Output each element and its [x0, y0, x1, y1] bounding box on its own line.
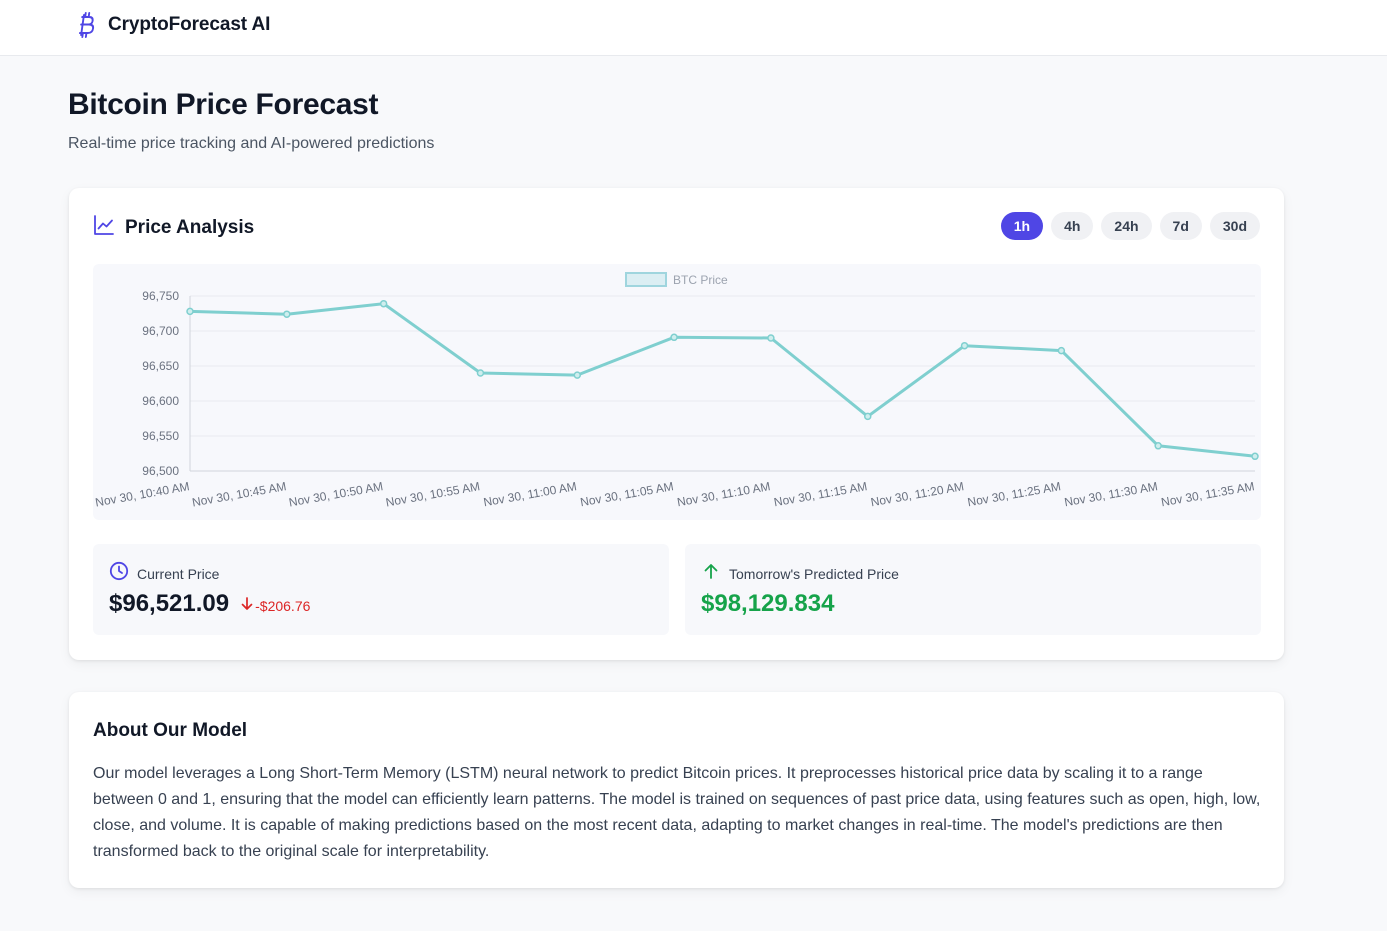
legend-swatch [625, 272, 667, 287]
price-change: -$206.76 [239, 597, 310, 614]
series-line [189, 302, 1256, 458]
x-tick-label: Nov 30, 11:00 AM [482, 479, 577, 509]
x-tick-label: Nov 30, 10:40 AM [94, 479, 190, 509]
x-tick-label: Nov 30, 11:15 AM [773, 479, 868, 509]
x-axis: Nov 30, 10:40 AM Nov 30, 10:45 AM Nov 30, … [94, 479, 1255, 509]
predicted-price-value: $98,129.834 [701, 590, 835, 617]
current-price-value: $96,521.09 [109, 590, 230, 617]
data-point[interactable] [379, 299, 388, 308]
about-model-card: About Our Model Our model leverages a Lo… [69, 692, 1284, 888]
data-point[interactable] [670, 333, 678, 342]
predicted-price-label: Tomorrow's Predicted Price [729, 565, 899, 582]
top-navbar: CryptoForecast AI [0, 0, 1387, 56]
data-point[interactable] [1057, 346, 1066, 355]
chart-legend[interactable]: BTC Price [625, 272, 728, 287]
data-point[interactable] [573, 371, 582, 379]
price-analysis-header: Price Analysis [93, 214, 254, 241]
legend-label: BTC Price [673, 273, 728, 287]
data-point[interactable] [283, 310, 291, 318]
y-tick-label: 96,650 [142, 359, 179, 373]
range-button-24h[interactable]: 24h [1101, 212, 1152, 240]
line-chart-icon [93, 214, 115, 241]
x-tick-label: Nov 30, 11:30 AM [1063, 479, 1158, 509]
x-tick-label: Nov 30, 11:20 AM [870, 479, 965, 509]
x-tick-label: Nov 30, 10:50 AM [288, 479, 384, 509]
about-title: About Our Model [93, 720, 248, 741]
data-point[interactable] [767, 334, 775, 342]
range-button-30d[interactable]: 30d [1209, 212, 1260, 240]
page-subtitle: Real-time price tracking and AI-powered … [68, 135, 435, 152]
price-analysis-title: Price Analysis [125, 216, 255, 238]
predicted-price-panel: Tomorrow's Predicted Price $98,129.834 [685, 544, 1261, 635]
x-tick-label: Nov 30, 11:10 AM [676, 479, 771, 509]
page-title: Bitcoin Price Forecast [68, 88, 379, 121]
about-text: Our model leverages a Long Short-Term Me… [93, 765, 1261, 860]
clock-icon [109, 561, 129, 586]
range-button-4h[interactable]: 4h [1051, 212, 1094, 240]
price-analysis-card: Price Analysis 1h 4h 24h 7d 30d BTC Pric… [69, 188, 1284, 660]
x-tick-label: Nov 30, 11:25 AM [966, 479, 1061, 509]
y-tick-label: 96,700 [142, 324, 179, 338]
data-point[interactable] [1251, 452, 1259, 461]
price-chart-svg: BTC Price 96,500 96,550 96,600 96,650 96,700… [94, 272, 1259, 510]
arrow-up-icon [701, 561, 721, 586]
arrow-down-icon [241, 597, 253, 614]
y-tick-label: 96,500 [142, 464, 179, 478]
y-axis: 96,500 96,550 96,600 96,650 96,700 96,750 [142, 289, 179, 478]
brand-name: CryptoForecast AI [108, 14, 271, 35]
x-tick-label: Nov 30, 11:05 AM [579, 479, 674, 509]
y-tick-label: 96,600 [142, 394, 179, 408]
bitcoin-icon [74, 10, 96, 40]
range-button-7d[interactable]: 7d [1159, 212, 1202, 240]
brand[interactable]: CryptoForecast AI [74, 10, 270, 40]
y-tick-label: 96,550 [142, 429, 179, 443]
data-point[interactable] [960, 341, 969, 350]
x-tick-label: Nov 30, 10:45 AM [191, 479, 287, 509]
price-chart: BTC Price 96,500 96,550 96,600 96,650 96,700… [93, 264, 1261, 520]
range-button-1h[interactable]: 1h [1000, 212, 1044, 240]
current-price-label: Current Price [137, 565, 220, 582]
time-range-selector: 1h 4h 24h 7d 30d [1000, 212, 1260, 240]
data-point[interactable] [1154, 442, 1162, 450]
data-point[interactable] [863, 412, 872, 421]
x-tick-label: Nov 30, 11:35 AM [1160, 479, 1255, 509]
price-change-value: -$206.76 [255, 597, 311, 614]
current-price-panel: Current Price $96,521.09 -$206.76 [93, 544, 669, 635]
x-tick-label: Nov 30, 10:55 AM [385, 479, 481, 509]
data-point[interactable] [186, 307, 194, 316]
data-point[interactable] [476, 369, 485, 377]
y-tick-label: 96,750 [142, 289, 179, 303]
